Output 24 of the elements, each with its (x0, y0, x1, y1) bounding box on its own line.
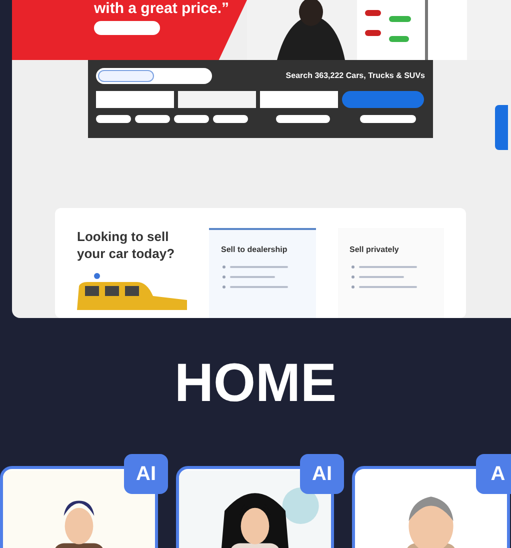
search-button[interactable] (342, 91, 424, 108)
hero-headline: with a great price.” (94, 0, 230, 17)
sell-title: Looking to sell your car today? (77, 228, 176, 262)
chip-button[interactable] (135, 115, 170, 123)
chip-button[interactable] (360, 115, 416, 123)
select-field[interactable] (96, 91, 174, 108)
ai-badge: AI (300, 454, 344, 494)
chip-button[interactable] (276, 115, 330, 123)
ai-badge: A (476, 454, 511, 494)
page-heading: HOME (174, 356, 336, 410)
ai-badge: AI (124, 454, 168, 494)
hero-button[interactable] (94, 21, 160, 35)
option-title: Sell to dealership (221, 244, 288, 256)
chip-button[interactable] (213, 115, 248, 123)
chip-button[interactable] (96, 115, 131, 123)
mode-toggle[interactable] (96, 68, 212, 84)
select-field[interactable] (178, 91, 256, 108)
sell-option-card[interactable]: Sell to dealership (209, 228, 316, 318)
taxi-icon (77, 270, 187, 310)
search-title: Search 363,222 Cars, Trucks & SUVs (286, 70, 425, 82)
input-field[interactable] (260, 91, 338, 108)
option-title: Sell privately (350, 244, 400, 256)
sell-option-card[interactable]: Sell privately (338, 228, 444, 318)
chip-button[interactable] (174, 115, 209, 123)
